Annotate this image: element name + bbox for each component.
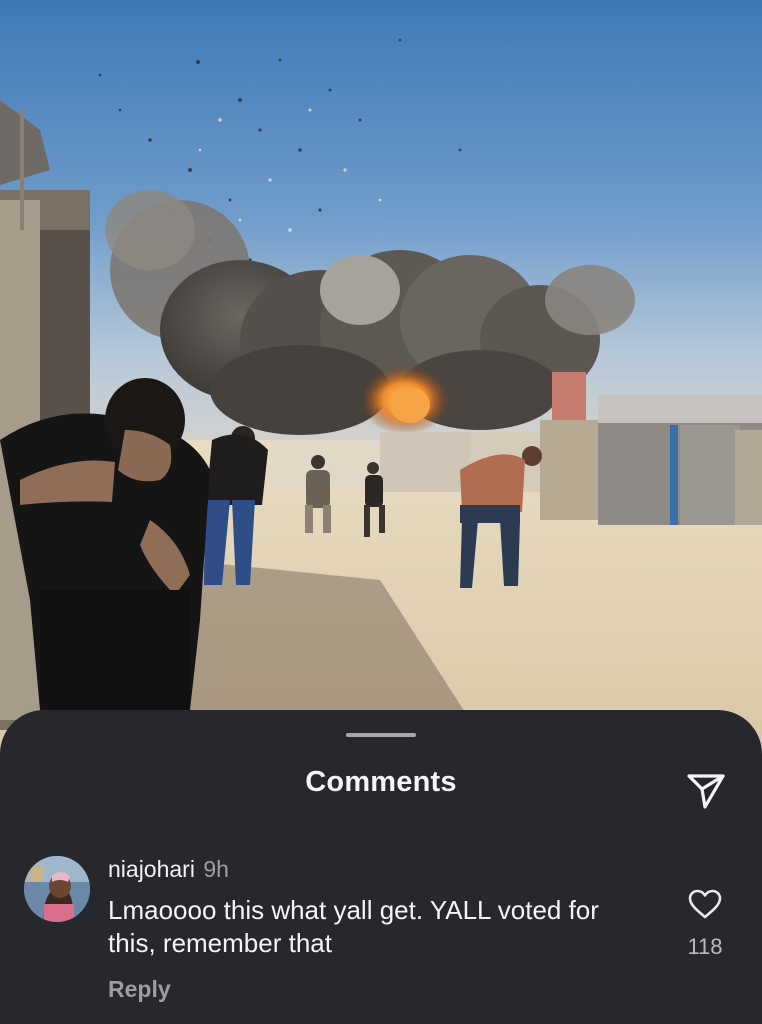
sheet-grabber[interactable] [346,733,416,737]
heart-outline-icon [688,889,722,919]
avatar-image [24,856,90,922]
comment-time: 9h [203,856,229,882]
sheet-title: Comments [305,766,457,798]
post-media[interactable] [0,0,762,760]
scene-photo [0,0,762,760]
comment-username[interactable]: niajohari [108,856,195,882]
share-send-icon [687,774,725,809]
share-button[interactable] [680,766,730,816]
reply-button[interactable]: Reply [108,976,171,1003]
comment-text: Lmaoooo this what yall get. YALL voted f… [108,895,599,958]
like-count: 118 [687,934,723,959]
comments-sheet: Comments niajohari 9h Lmaoooo this what … [0,710,762,1024]
comment-header: niajohari 9h [108,856,229,883]
avatar[interactable] [24,856,90,922]
like-button[interactable] [686,886,724,922]
